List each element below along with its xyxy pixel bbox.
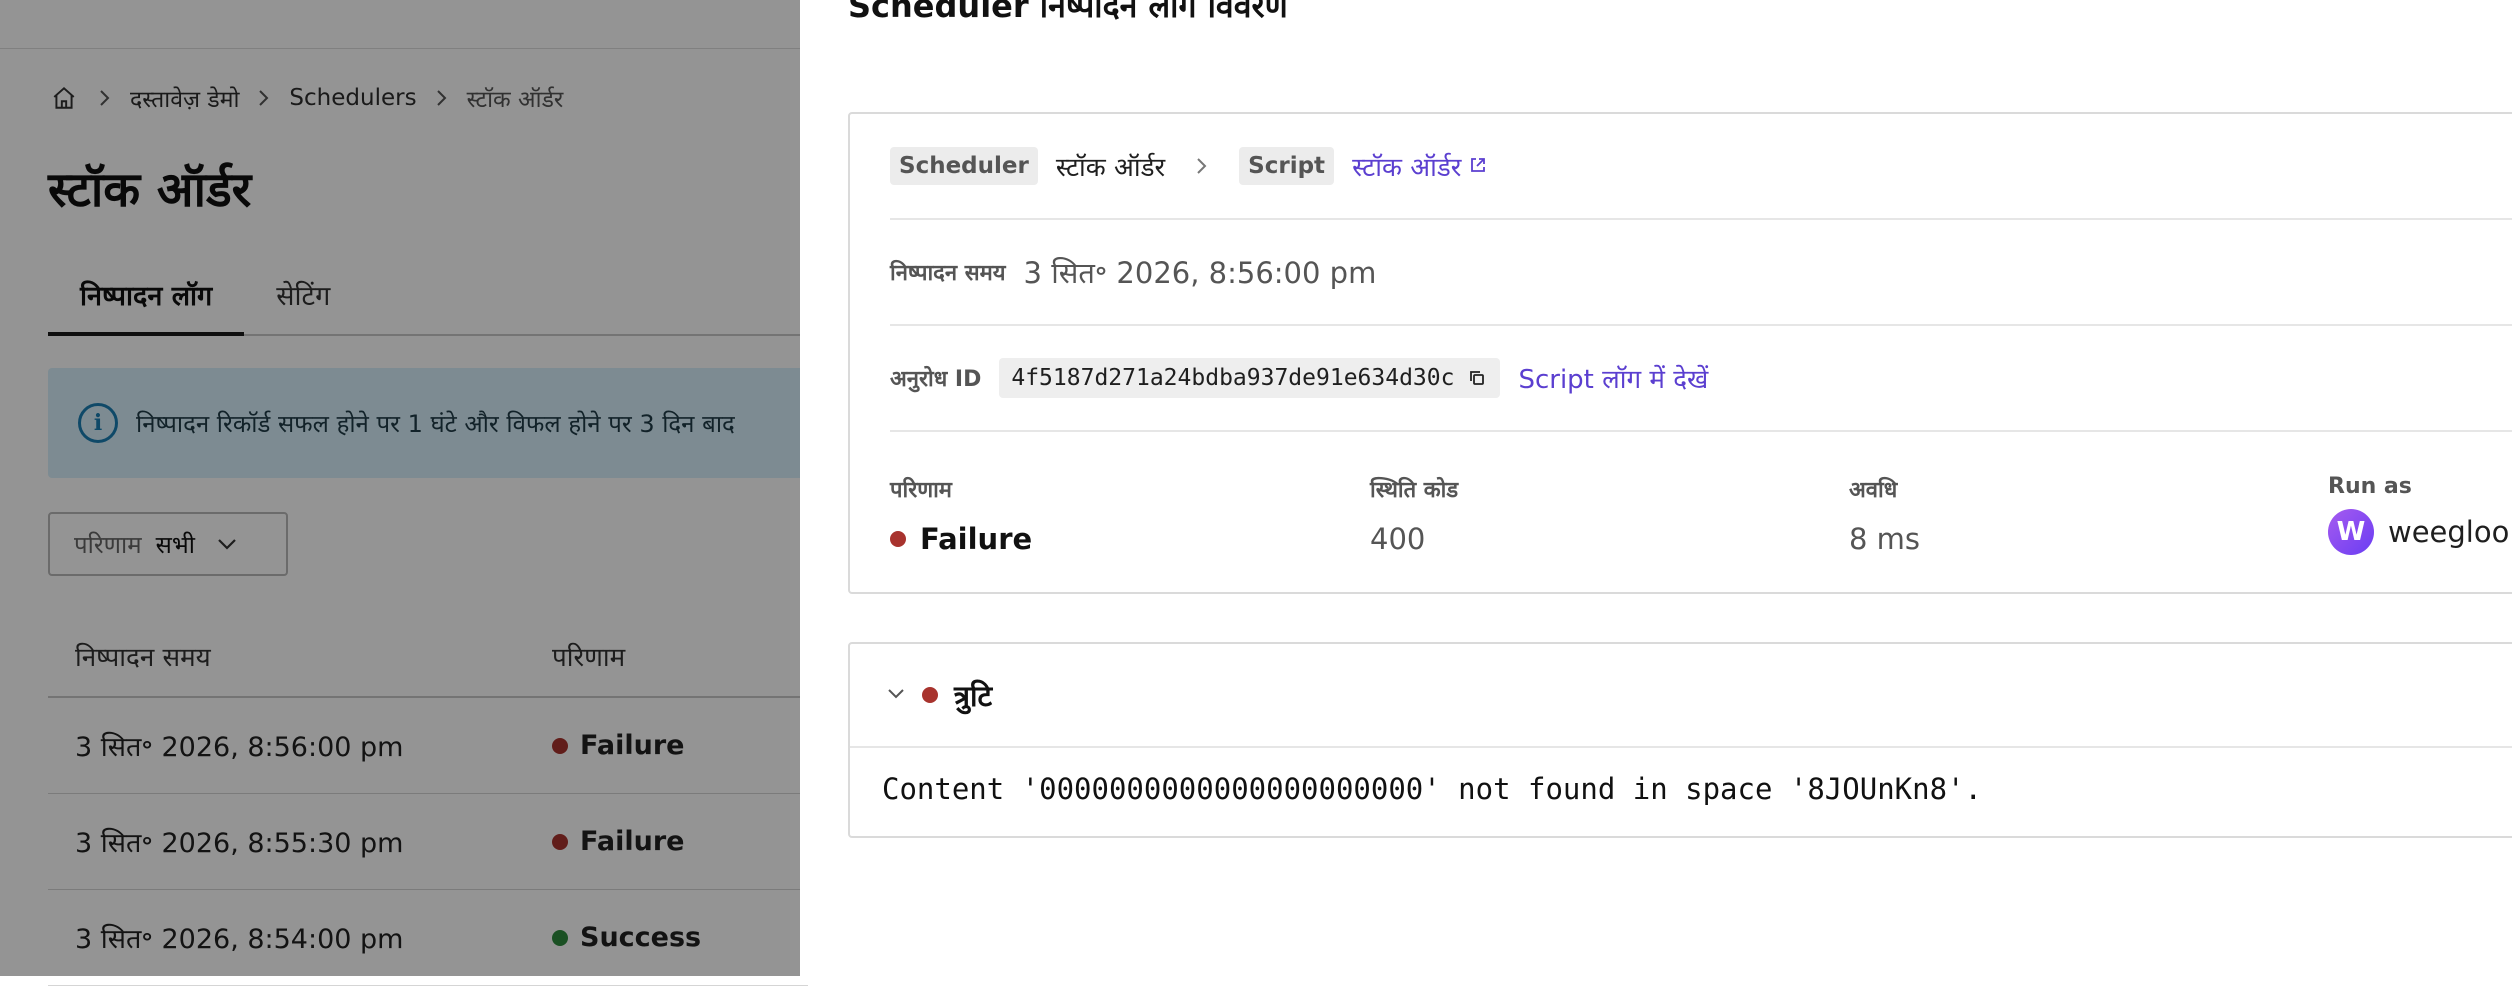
request-id-chip: 4f5187d271a24bdba937de91e634d30c [999, 358, 1501, 398]
scheduler-script-row: Scheduler स्टॉक ऑर्डर Script स्टॉक ऑर्डर [890, 114, 2512, 220]
stat-result-text: Failure [920, 522, 1033, 556]
request-id-value: 4f5187d271a24bdba937de91e634d30c [1011, 365, 1455, 391]
request-id-label: अनुरोध ID [890, 367, 982, 392]
stat-status-label: स्थिति कोड [1370, 478, 1459, 503]
stat-duration-label: अवधि [1849, 478, 1898, 503]
modal-backdrop[interactable] [0, 0, 800, 976]
error-message: Content '0000000000000000000000' not fou… [882, 772, 1982, 806]
scheduler-tag: Scheduler [890, 147, 1038, 185]
execution-stats: परिणाम Failure स्थिति कोड 400 अवधि 8 ms … [890, 432, 2512, 592]
stat-runas-label: Run as [2328, 474, 2412, 499]
stat-result: परिणाम Failure [890, 474, 1032, 556]
error-title: त्रुटि [954, 678, 993, 713]
execution-time-label: निष्पादन समय [890, 261, 1006, 286]
run-as-user: weegloo [2388, 515, 2510, 549]
script-log-link[interactable]: Script लॉग में देखें [1518, 360, 1708, 396]
stat-duration-value: 8 ms [1849, 522, 1921, 556]
stat-status-code: स्थिति कोड 400 [1370, 474, 1458, 556]
external-link-icon [1469, 151, 1487, 181]
stat-run-as: Run as W weegloo [2328, 474, 2509, 555]
chevron-right-icon [1183, 156, 1221, 176]
drawer-title: Scheduler निष्पादन लॉग विवरण [848, 0, 1288, 25]
stat-duration: अवधि 8 ms [1849, 474, 1920, 556]
execution-summary-card: Scheduler स्टॉक ऑर्डर Script स्टॉक ऑर्डर… [848, 112, 2512, 594]
stat-status-value: 400 [1370, 522, 1426, 556]
script-tag: Script [1239, 147, 1335, 185]
copy-icon[interactable] [1466, 367, 1488, 389]
script-link[interactable]: स्टॉक ऑर्डर [1352, 148, 1487, 184]
avatar: W [2328, 509, 2374, 555]
chevron-down-icon[interactable] [886, 686, 906, 705]
request-id-row: अनुरोध ID 4f5187d271a24bdba937de91e634d3… [890, 326, 2512, 432]
stat-result-label: परिणाम [890, 478, 952, 503]
stat-result-value: Failure [890, 522, 1032, 556]
error-card: त्रुटि Content '0000000000000000000000' … [848, 642, 2512, 838]
error-dot-icon [922, 687, 938, 703]
execution-time-value: 3 सित॰ 2026, 8:56:00 pm [1023, 255, 1377, 290]
error-header[interactable]: त्रुटि [850, 644, 2512, 748]
execution-time-row: निष्पादन समय 3 सित॰ 2026, 8:56:00 pm [890, 220, 2512, 326]
scheduler-name: स्टॉक ऑर्डर [1055, 153, 1166, 183]
script-link-label: स्टॉक ऑर्डर [1352, 153, 1462, 183]
stat-runas-value: W weegloo [2328, 509, 2509, 555]
execution-log-detail-drawer: Scheduler निष्पादन लॉग विवरण Scheduler स… [800, 0, 2512, 976]
failure-dot-icon [890, 531, 906, 547]
